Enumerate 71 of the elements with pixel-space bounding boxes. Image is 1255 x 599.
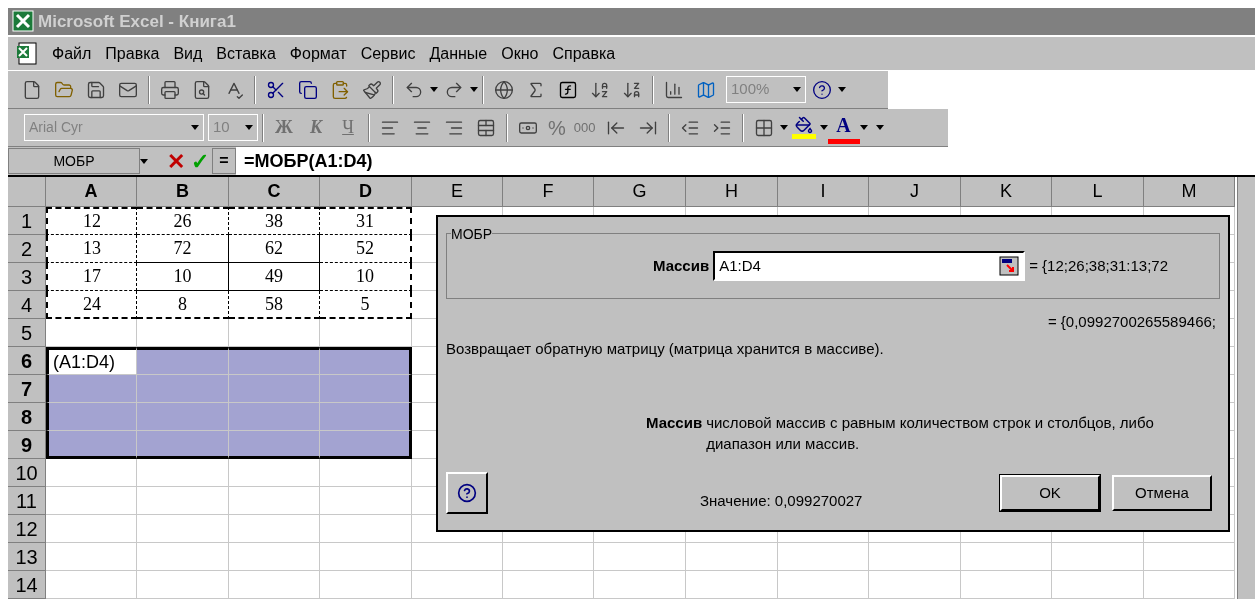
row-header[interactable]: 7	[8, 375, 46, 403]
column-header[interactable]: A	[46, 177, 137, 207]
help-argument-name: Массив	[646, 413, 703, 433]
menu-item[interactable]: Вид	[173, 41, 203, 66]
row-header[interactable]: 6	[8, 347, 46, 375]
row-header[interactable]: 13	[8, 543, 46, 571]
table-cell: 17	[46, 263, 137, 291]
row-header[interactable]: 12	[8, 515, 46, 543]
row-header[interactable]: 8	[8, 403, 46, 431]
menu-item[interactable]: Файл	[52, 41, 92, 66]
row-header[interactable]: 3	[8, 263, 46, 291]
column-header[interactable]: E	[412, 177, 503, 207]
zoom-value: 100%	[731, 79, 770, 100]
column-header[interactable]: C	[229, 177, 320, 207]
column-header[interactable]: F	[503, 177, 594, 207]
table-cell: 72	[137, 235, 229, 263]
table-cell: 52	[320, 235, 412, 263]
function-result: = {0,0992700265589466;	[1047, 312, 1216, 332]
column-header[interactable]: B	[137, 177, 229, 207]
menu-item[interactable]: Правка	[105, 41, 160, 66]
menu-item[interactable]: Данные	[429, 41, 488, 66]
menu-item[interactable]: Формат	[289, 41, 347, 66]
column-header[interactable]: K	[961, 177, 1052, 207]
function-description: Возвращает обратную матрицу (матрица хранится в массиве).	[446, 338, 885, 359]
column-header[interactable]: M	[1144, 177, 1235, 207]
edit-formula-button[interactable]: =	[212, 148, 236, 174]
column-header[interactable]: D	[320, 177, 412, 207]
row-header[interactable]: 14	[8, 571, 46, 599]
menu-item[interactable]: Сервис	[360, 41, 416, 66]
table-cell: 5	[320, 291, 412, 319]
table-cell: 49	[229, 263, 320, 291]
font-name: Arial Cyr	[29, 118, 83, 138]
column-header[interactable]: J	[869, 177, 961, 207]
menu-item[interactable]: Вставка	[216, 41, 276, 66]
column-header[interactable]: I	[778, 177, 869, 207]
table-cell: 62	[229, 235, 320, 263]
row-header[interactable]: 2	[8, 235, 46, 263]
row-header[interactable]: 5	[8, 319, 46, 347]
column-header[interactable]: G	[594, 177, 686, 207]
help-argument-text: числовой массив с равным количеством строк и столбцов, либо диапазон или массив.	[706, 413, 1155, 454]
cancel-button[interactable]: ✕	[164, 144, 188, 178]
dialog-button[interactable]: OK	[1000, 475, 1100, 511]
dialog-button[interactable]: Отмена	[1112, 475, 1212, 511]
row-header[interactable]: 9	[8, 431, 46, 459]
value-text: Значение: 0,099270027	[700, 490, 863, 511]
table-cell: 8	[137, 291, 229, 319]
table-cell: 13	[46, 235, 137, 263]
row-header[interactable]: 11	[8, 487, 46, 515]
row-header[interactable]: 4	[8, 291, 46, 319]
table-cell: 10	[137, 263, 229, 291]
table-cell: 26	[137, 207, 229, 235]
formula-field[interactable]: =МОБР(A1:D4)	[236, 147, 1255, 175]
menu-item[interactable]: Окно	[501, 41, 539, 66]
font-size: 10	[213, 117, 230, 138]
name-box[interactable]: МОБР	[8, 148, 140, 174]
table-cell: 24	[46, 291, 137, 319]
table-cell: 38	[229, 207, 320, 235]
table-cell: 58	[229, 291, 320, 319]
argument-label: Массив	[653, 255, 710, 276]
menu-item[interactable]: Справка	[552, 41, 616, 66]
row-header[interactable]: 1	[8, 207, 46, 235]
window-title: Microsoft Excel - Книга1	[38, 10, 236, 33]
row-header[interactable]: 10	[8, 459, 46, 487]
argument-result: = {12;26;38;31:13;72	[1029, 255, 1169, 276]
column-header[interactable]: H	[686, 177, 778, 207]
table-cell: 12	[46, 207, 137, 235]
column-header[interactable]: L	[1052, 177, 1144, 207]
argument-field[interactable]: A1:D4	[713, 251, 1026, 281]
argument-value: A1:D4	[719, 255, 761, 276]
table-cell: 31	[320, 207, 412, 235]
table-cell: 10	[320, 263, 412, 291]
